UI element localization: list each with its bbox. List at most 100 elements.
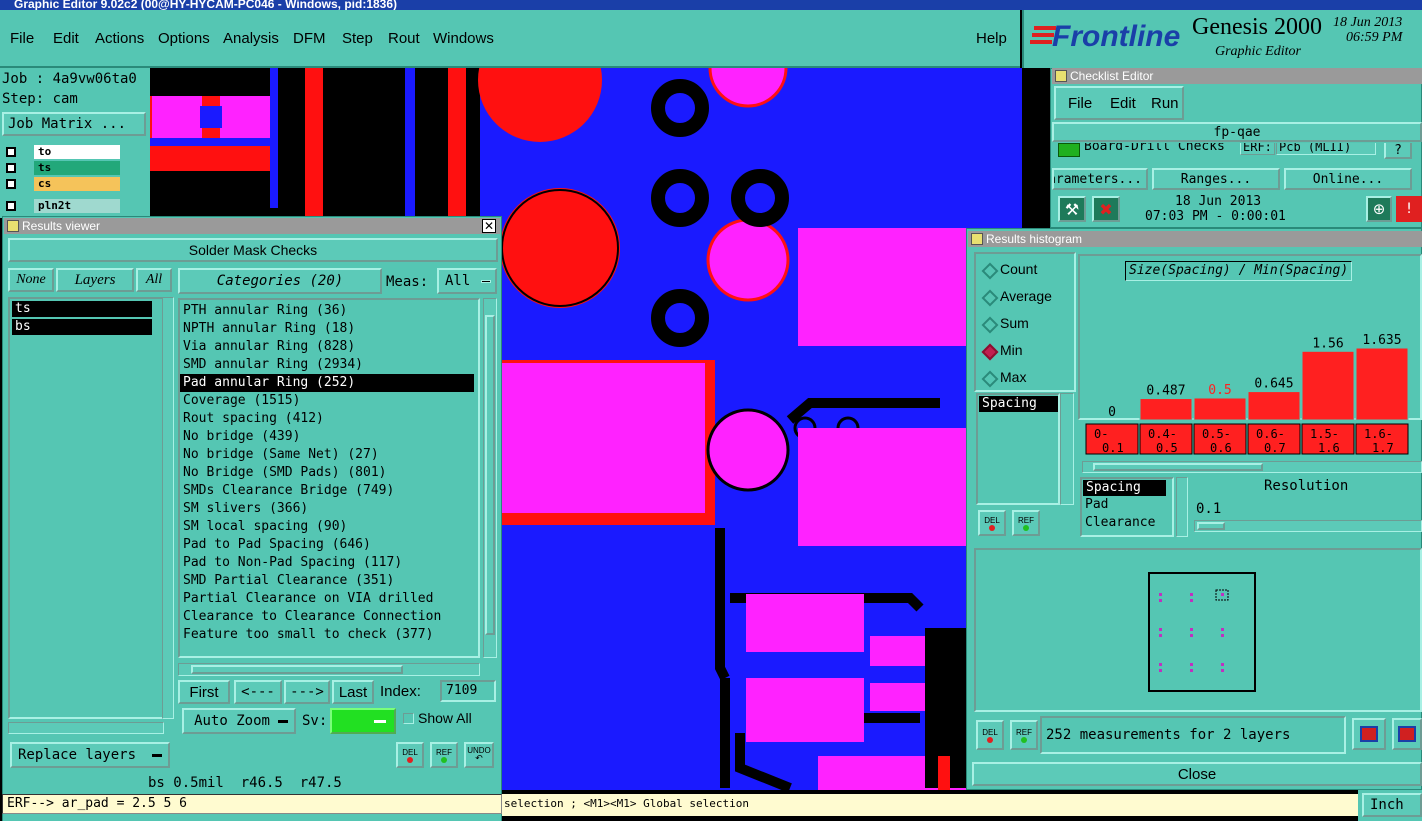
replace-layers-select[interactable]: Replace layers	[10, 742, 170, 768]
category-item[interactable]: SMD annular Ring (2934)	[180, 356, 478, 374]
alert-icon[interactable]: !	[1396, 196, 1422, 222]
menu-rout[interactable]: Rout	[388, 30, 420, 47]
units-select[interactable]: Inch	[1362, 793, 1422, 817]
undo-button[interactable]: UNDO ↶	[464, 742, 494, 768]
mode-sum[interactable]: Sum	[1000, 315, 1029, 331]
mode-count[interactable]: Count	[1000, 261, 1037, 277]
menu-options[interactable]: Options	[158, 30, 210, 47]
category-item[interactable]: SMD Partial Clearance (351)	[180, 572, 478, 590]
mode-average[interactable]: Average	[1000, 288, 1052, 304]
mode-min[interactable]: Min	[1000, 342, 1023, 358]
category-item[interactable]: Pad to Non-Pad Spacing (117)	[180, 554, 478, 572]
category-item[interactable]: No bridge (Same Net) (27)	[180, 446, 478, 464]
command-line[interactable]: ERF--> ar_pad = 2.5 5 6	[2, 794, 502, 814]
checklist-menu-edit[interactable]: Edit	[1110, 95, 1136, 112]
layer-list-scrollbar[interactable]	[162, 297, 174, 719]
ref-button[interactable]: REF	[430, 742, 458, 768]
hist-del-button[interactable]: DEL	[978, 510, 1006, 536]
histogram-bar[interactable]	[1247, 391, 1301, 421]
measure-item[interactable]: Spacing	[979, 396, 1058, 412]
histogram-bar[interactable]	[1301, 350, 1355, 421]
category-item[interactable]: Via annular Ring (828)	[180, 338, 478, 356]
mode-max[interactable]: Max	[1000, 369, 1026, 385]
measure-select-scrollbar[interactable]	[1176, 477, 1188, 537]
category-item[interactable]: SM local spacing (90)	[180, 518, 478, 536]
radio-max[interactable]	[981, 370, 999, 388]
measure-scrollbar[interactable]	[1060, 393, 1074, 505]
window-menu-icon[interactable]	[7, 220, 19, 232]
none-button[interactable]: None	[8, 268, 54, 292]
layer-checkbox[interactable]	[6, 201, 16, 211]
parameters-button[interactable]: Parameters...	[1052, 168, 1148, 190]
category-item[interactable]: Feature too small to check (377)	[180, 626, 478, 644]
ranges-button[interactable]: Ranges...	[1152, 168, 1280, 190]
last-button[interactable]: Last	[332, 680, 374, 704]
menu-analysis[interactable]: Analysis	[223, 30, 279, 47]
result-layer-item[interactable]: ts	[12, 301, 152, 317]
result-layer-item[interactable]: bs	[12, 319, 152, 335]
category-item[interactable]: Partial Clearance on VIA drilled	[180, 590, 478, 608]
measure-option[interactable]: Pad	[1082, 496, 1172, 514]
measure-list[interactable]: Spacing	[976, 393, 1060, 505]
category-item-selected[interactable]: Pad annular Ring (252)	[180, 374, 474, 392]
measure-option[interactable]: Spacing	[1083, 480, 1166, 496]
export-icon[interactable]	[1352, 718, 1386, 750]
run-icon[interactable]: ⚒	[1058, 196, 1086, 222]
menu-dfm[interactable]: DFM	[293, 30, 326, 47]
job-matrix-button[interactable]: Job Matrix ...	[2, 112, 146, 136]
layer-row[interactable]: cs	[2, 176, 122, 192]
categories-scrollbar[interactable]	[483, 298, 497, 658]
histogram-bar[interactable]	[1139, 398, 1193, 421]
layer-checkbox[interactable]	[6, 147, 16, 157]
close-icon[interactable]: ✕	[482, 219, 496, 233]
prev-button[interactable]: <---	[234, 680, 282, 704]
histogram-hscrollbar[interactable]	[1082, 461, 1422, 473]
layer-list-hscrollbar[interactable]	[8, 722, 164, 734]
next-button[interactable]: --->	[284, 680, 330, 704]
layer-checkbox[interactable]	[6, 163, 16, 173]
sv-color-select[interactable]	[330, 708, 396, 734]
export-layer-icon[interactable]	[1392, 718, 1422, 750]
measure-option[interactable]: Clearance	[1082, 514, 1172, 532]
result-layer-list[interactable]: ts bs	[8, 297, 164, 719]
categories-hscrollbar[interactable]	[178, 663, 480, 676]
del-button[interactable]: DEL	[396, 742, 424, 768]
layer-row[interactable]: pln2t	[2, 198, 122, 214]
layer-checkbox[interactable]	[6, 179, 16, 189]
checklist-menu-run[interactable]: Run	[1151, 95, 1179, 112]
category-item[interactable]: SMDs Clearance Bridge (749)	[180, 482, 478, 500]
close-button[interactable]: Close	[972, 762, 1422, 786]
histogram-bar[interactable]	[1355, 347, 1409, 421]
radio-sum[interactable]	[981, 316, 999, 334]
measure-select-list[interactable]: Spacing Pad Clearance	[1080, 477, 1174, 537]
category-item[interactable]: PTH annular Ring (36)	[180, 302, 478, 320]
menu-actions[interactable]: Actions	[95, 30, 144, 47]
show-all-checkbox[interactable]	[403, 713, 414, 724]
erf-value[interactable]: Pcb (MLII)	[1276, 143, 1376, 155]
categories-button[interactable]: Categories (20)	[178, 268, 382, 294]
histogram-bar[interactable]	[1193, 397, 1247, 421]
online-button[interactable]: Online...	[1284, 168, 1412, 190]
hist-ref-button[interactable]: REF	[1012, 510, 1040, 536]
zoom-icon[interactable]: ⊕	[1366, 196, 1392, 222]
auto-zoom-select[interactable]: Auto Zoom	[182, 708, 296, 734]
layer-row[interactable]: ts	[2, 160, 122, 176]
meas-select[interactable]: All	[437, 268, 497, 294]
radio-min-selected[interactable]	[981, 343, 999, 361]
scroll-thumb[interactable]	[485, 315, 495, 635]
scroll-thumb[interactable]	[191, 665, 403, 674]
preview-del-button[interactable]: DEL	[976, 720, 1004, 750]
category-item[interactable]: Coverage (1515)	[180, 392, 478, 410]
category-item[interactable]: NPTH annular Ring (18)	[180, 320, 478, 338]
menu-windows[interactable]: Windows	[433, 30, 494, 47]
slider-thumb[interactable]	[1197, 522, 1225, 530]
checklist-row[interactable]: Board-Drill Checks ERF: Pcb (MLII) ?	[1054, 143, 1422, 163]
first-button[interactable]: First	[178, 680, 230, 704]
menu-file[interactable]: File	[10, 30, 34, 47]
menu-edit[interactable]: Edit	[53, 30, 79, 47]
menu-step[interactable]: Step	[342, 30, 373, 47]
category-item[interactable]: No bridge (439)	[180, 428, 478, 446]
preview-ref-button[interactable]: REF	[1010, 720, 1038, 750]
window-menu-icon[interactable]	[971, 233, 983, 245]
category-item[interactable]: SM slivers (366)	[180, 500, 478, 518]
